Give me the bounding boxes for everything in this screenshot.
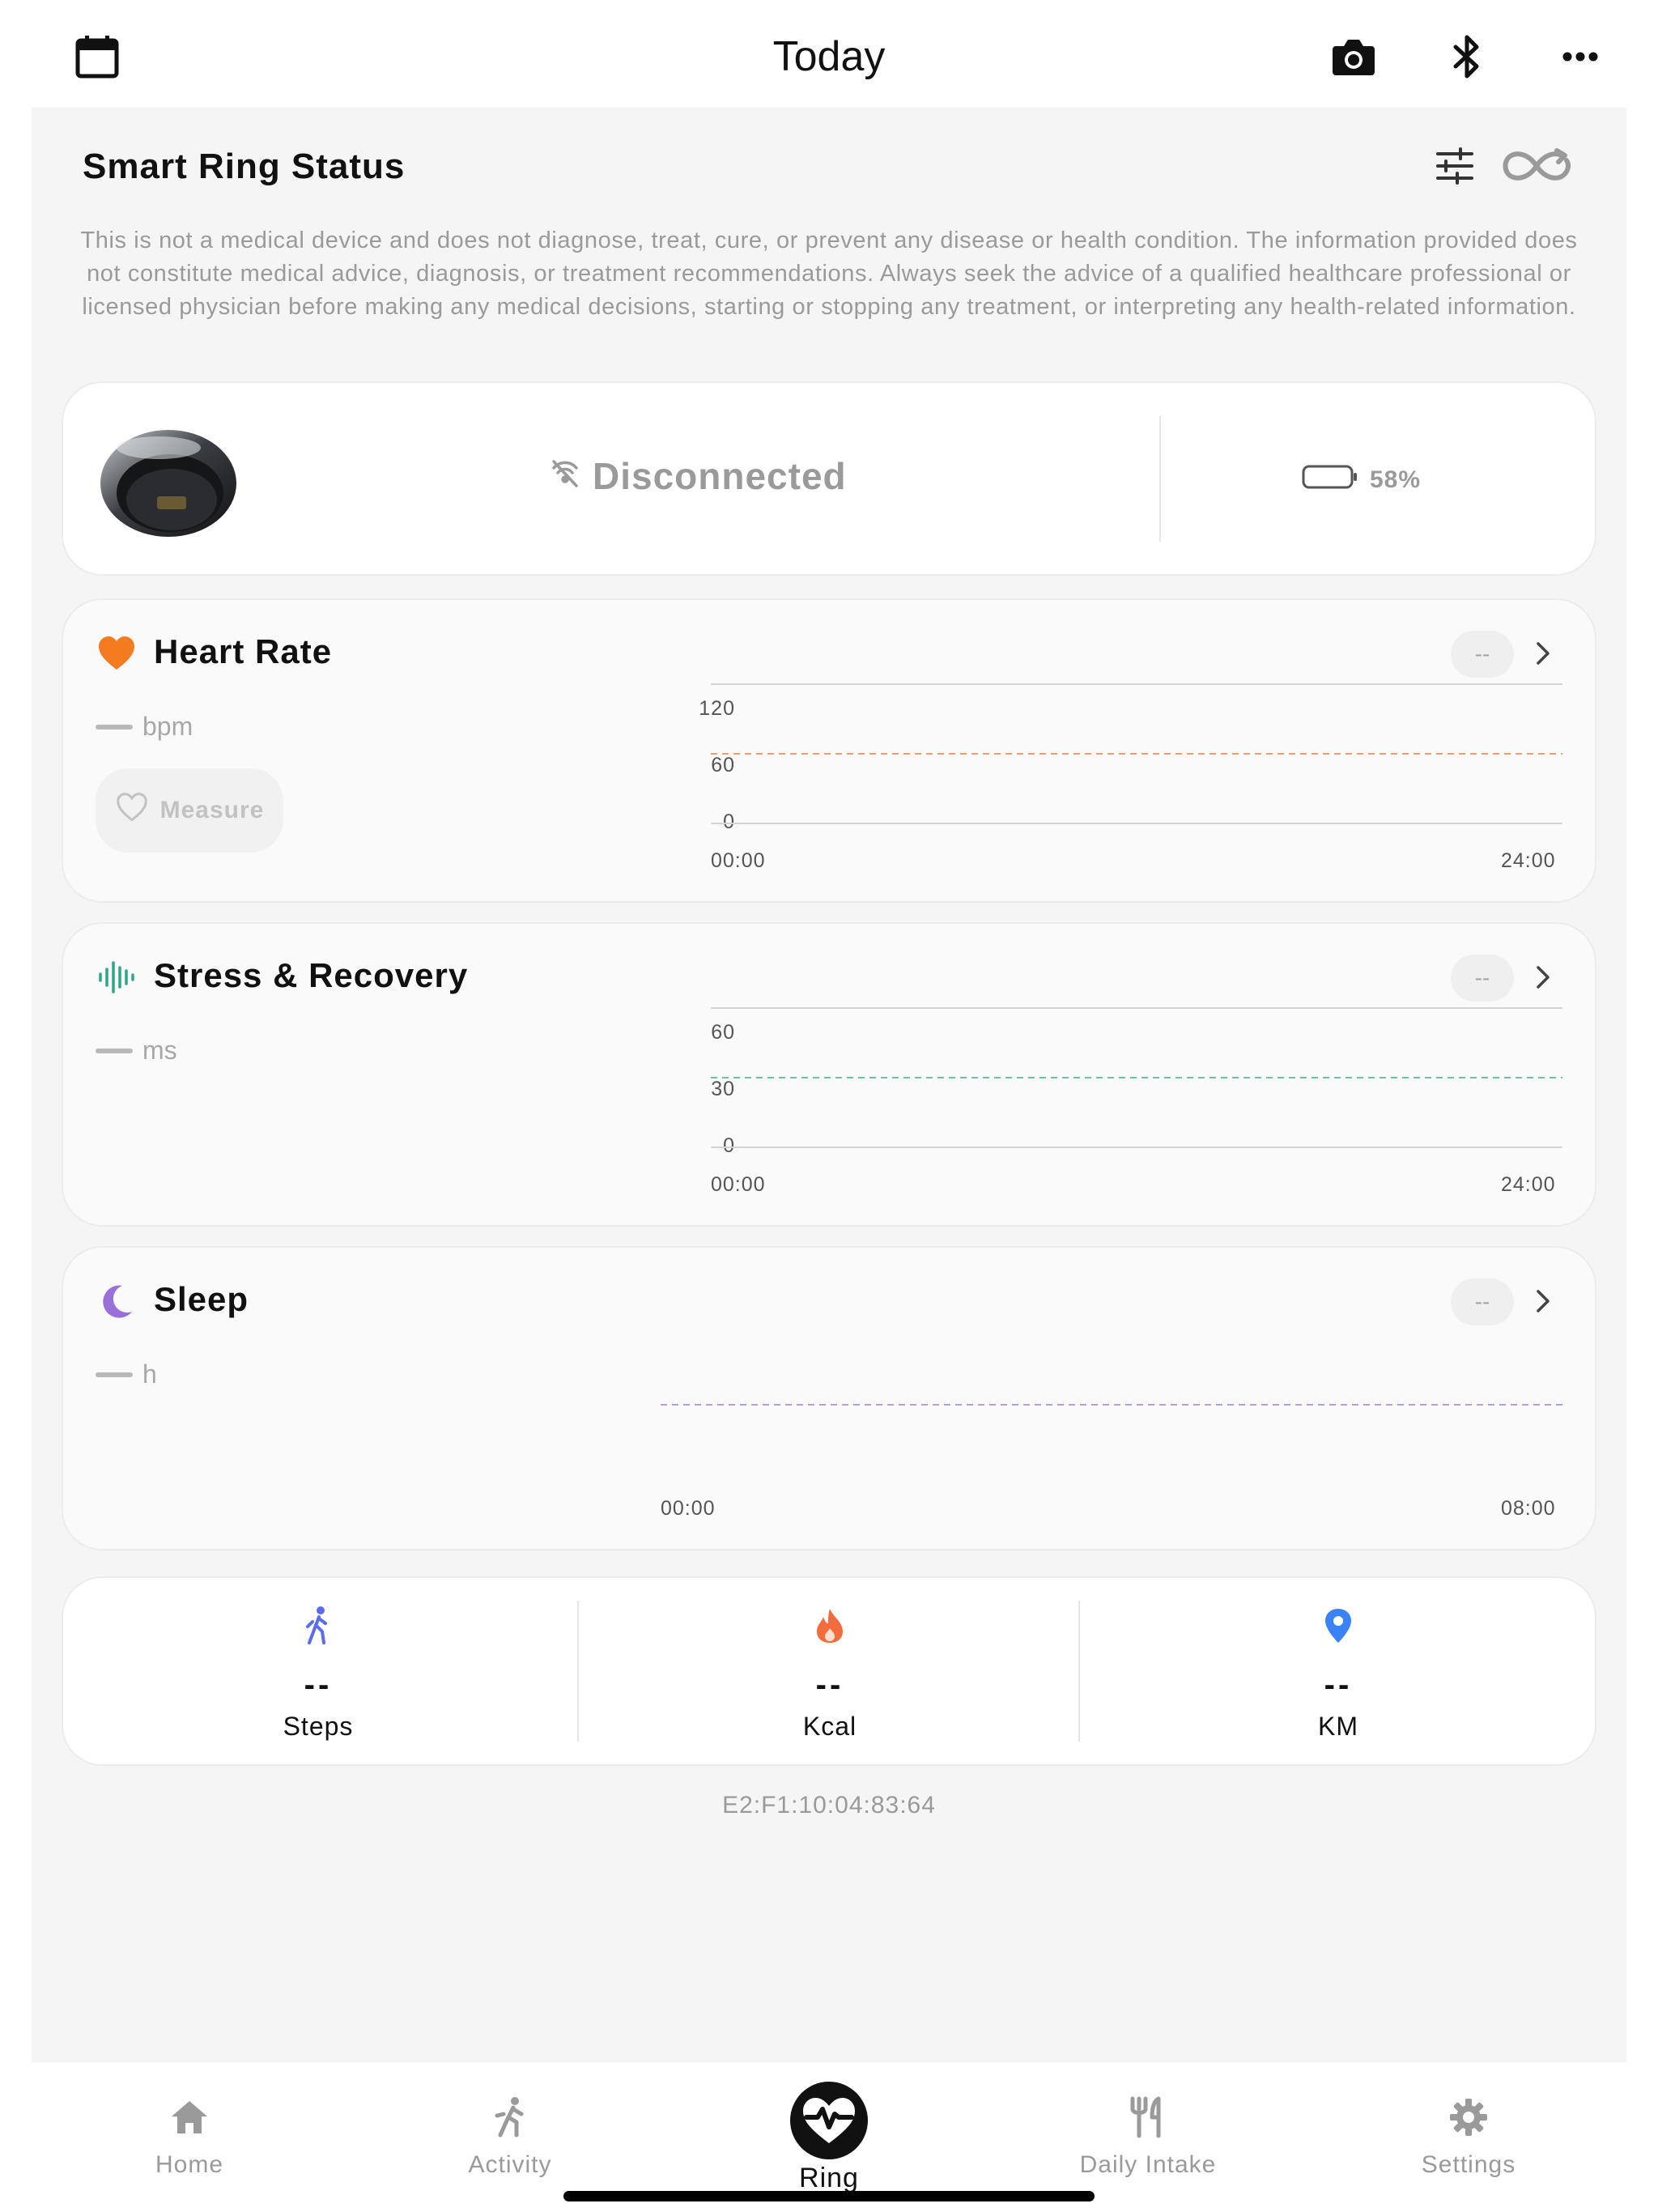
smart-ring-panel: Smart Ring Status This is not a medical …	[32, 108, 1626, 2062]
panel-title: Smart Ring Status	[83, 147, 406, 186]
device-mac-address: E2:F1:10:04:83:64	[722, 1792, 936, 1819]
distance-stat[interactable]: -- KM	[1083, 1578, 1593, 1764]
tab-ring[interactable]: Ring	[708, 2062, 950, 2193]
battery-percent: 58%	[1370, 466, 1422, 493]
activity-summary-card: -- Steps -- Kcal -- KM	[63, 1578, 1595, 1764]
disconnected-icon	[549, 454, 581, 498]
tab-settings[interactable]: Settings	[1347, 2062, 1590, 2192]
x-tick-start: 00:00	[711, 1173, 766, 1196]
kcal-stat[interactable]: -- Kcal	[575, 1578, 1085, 1764]
tab-label: Daily Intake	[1079, 2151, 1217, 2178]
flame-icon	[575, 1606, 1085, 1646]
steps-label: Steps	[283, 1712, 354, 1741]
location-pin-icon	[1083, 1606, 1593, 1646]
camera-icon[interactable]	[1324, 28, 1383, 86]
gear-icon	[1347, 2095, 1590, 2140]
tab-activity[interactable]: Activity	[389, 2062, 631, 2192]
tab-label: Activity	[468, 2151, 552, 2178]
distance-value: --	[1324, 1667, 1353, 1703]
sliders-icon[interactable]	[1429, 140, 1481, 192]
infinity-sync-icon[interactable]	[1500, 140, 1573, 192]
sleep-chart	[661, 1404, 1562, 1406]
x-tick-end: 24:00	[1501, 1173, 1556, 1196]
more-icon[interactable]	[1551, 28, 1609, 86]
x-tick-end: 24:00	[1501, 849, 1556, 872]
x-tick-start: 00:00	[661, 1497, 716, 1520]
utensils-icon	[1027, 2095, 1269, 2140]
tab-label: Home	[155, 2151, 224, 2178]
connection-status-label: Disconnected	[593, 455, 847, 497]
bluetooth-icon[interactable]	[1438, 28, 1496, 86]
tab-label: Settings	[1421, 2151, 1516, 2178]
kcal-value: --	[815, 1667, 844, 1703]
steps-value: --	[304, 1667, 333, 1703]
x-tick-end: 08:00	[1501, 1497, 1556, 1520]
heart-rate-card[interactable]: Heart Rate -- bpm Measure 120 60 0 00:00…	[63, 600, 1595, 901]
tab-home[interactable]: Home	[68, 2062, 311, 2192]
top-bar: Today	[0, 0, 1658, 108]
battery-icon	[1302, 464, 1358, 496]
stress-chart	[711, 1007, 1562, 1148]
sleep-card[interactable]: Sleep -- h 00:00 08:00	[63, 1248, 1595, 1549]
distance-label: KM	[1318, 1712, 1358, 1741]
x-tick-start: 00:00	[711, 849, 766, 872]
page-title: Today	[772, 33, 886, 80]
divider	[1159, 415, 1161, 542]
kcal-label: Kcal	[802, 1712, 857, 1741]
tab-label: Ring	[799, 2163, 859, 2193]
connection-status: Disconnected	[549, 454, 847, 498]
tab-daily-intake[interactable]: Daily Intake	[1027, 2062, 1269, 2192]
divider	[1078, 1601, 1080, 1742]
heart-rate-chart	[711, 683, 1562, 824]
steps-stat[interactable]: -- Steps	[63, 1578, 573, 1764]
medical-disclaimer: This is not a medical device and does no…	[80, 228, 1578, 320]
home-indicator	[563, 2191, 1095, 2201]
ring-heart-icon	[708, 2080, 950, 2161]
home-icon	[68, 2095, 311, 2140]
battery-indicator: 58%	[1302, 464, 1421, 496]
ring-status-card[interactable]: Disconnected 58%	[63, 383, 1595, 574]
stress-recovery-card[interactable]: Stress & Recovery -- ms 60 30 0 00:00 24…	[63, 924, 1595, 1225]
bottom-tab-bar: Home Activity Ring Daily Intake Settings	[0, 2062, 1658, 2212]
walking-icon	[63, 1606, 573, 1646]
smart-ring-image	[96, 415, 241, 545]
running-icon	[389, 2095, 631, 2140]
